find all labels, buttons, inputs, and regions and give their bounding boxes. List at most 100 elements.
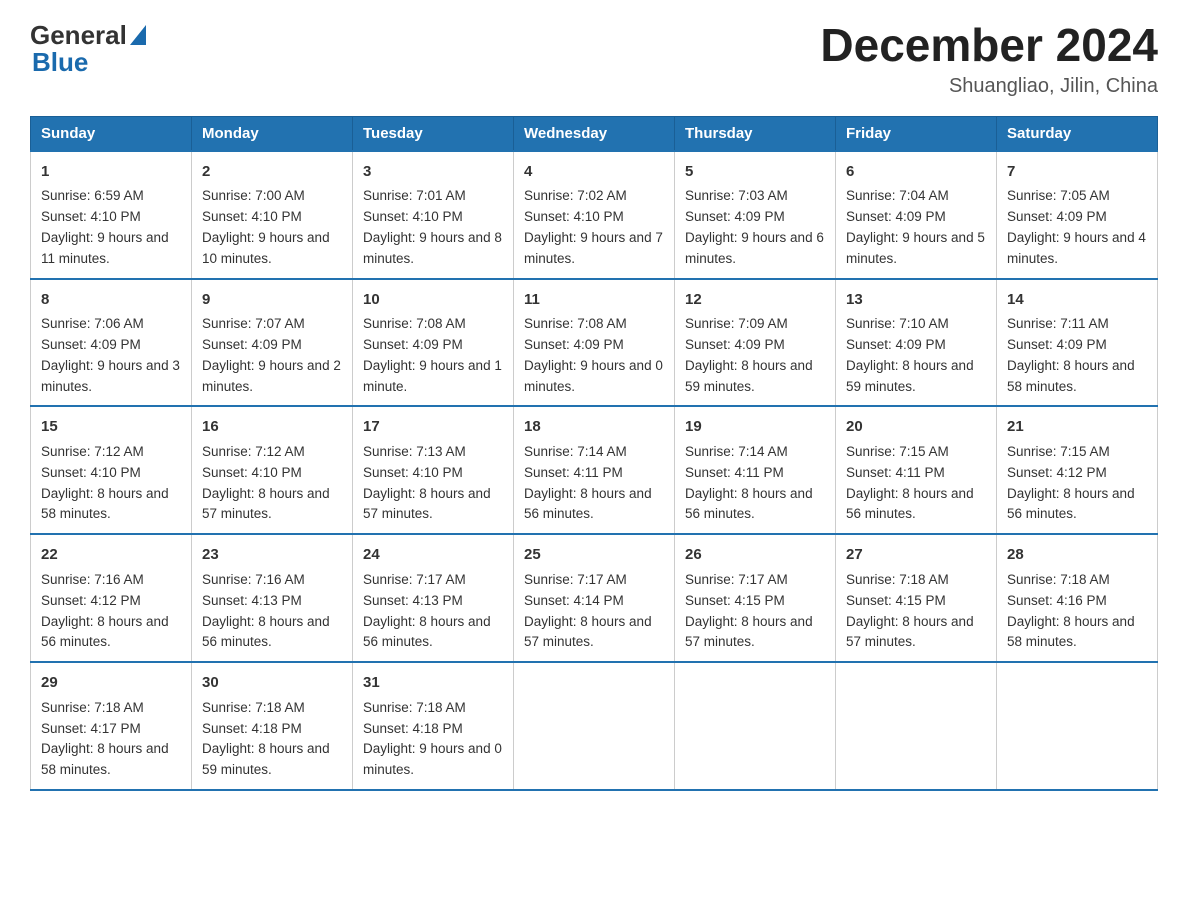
sunset-text: Sunset: 4:18 PM bbox=[202, 721, 302, 736]
day-cell-21: 21Sunrise: 7:15 AMSunset: 4:12 PMDayligh… bbox=[997, 406, 1158, 534]
day-header-monday: Monday bbox=[192, 116, 353, 151]
day-cell-4: 4Sunrise: 7:02 AMSunset: 4:10 PMDaylight… bbox=[514, 151, 675, 279]
sunset-text: Sunset: 4:10 PM bbox=[202, 209, 302, 224]
day-number: 1 bbox=[41, 160, 181, 183]
day-number: 17 bbox=[363, 415, 503, 438]
day-cell-2: 2Sunrise: 7:00 AMSunset: 4:10 PMDaylight… bbox=[192, 151, 353, 279]
daylight-text: Daylight: 8 hours and 56 minutes. bbox=[41, 614, 169, 650]
week-row-4: 22 Sunrise: 7:16 AM Sunset: 4:12 PM Dayligh… bbox=[31, 534, 1158, 662]
sunset-text: Sunset: 4:09 PM bbox=[685, 337, 785, 352]
day-cell-6: 6Sunrise: 7:04 AMSunset: 4:09 PMDaylight… bbox=[836, 151, 997, 279]
day-number: 29 bbox=[41, 671, 181, 694]
sunrise-text: Sunrise: 7:08 AM bbox=[524, 316, 627, 331]
day-cell-16: 16Sunrise: 7:12 AMSunset: 4:10 PMDayligh… bbox=[192, 406, 353, 534]
sunrise-text: Sunrise: 7:07 AM bbox=[202, 316, 305, 331]
sunrise-text: Sunrise: 7:17 AM bbox=[363, 572, 466, 587]
day-number: 2 bbox=[202, 160, 342, 183]
day-number: 16 bbox=[202, 415, 342, 438]
day-header-wednesday: Wednesday bbox=[514, 116, 675, 151]
week-row-5: 29Sunrise: 7:18 AMSunset: 4:17 PMDayligh… bbox=[31, 662, 1158, 790]
day-number: 27 bbox=[846, 543, 986, 566]
sunrise-text: Sunrise: 7:15 AM bbox=[1007, 444, 1110, 459]
logo: General Blue bbox=[30, 20, 146, 78]
sunset-text: Sunset: 4:09 PM bbox=[1007, 209, 1107, 224]
day-number: 22 bbox=[41, 543, 181, 566]
day-cell-3: 3Sunrise: 7:01 AMSunset: 4:10 PMDaylight… bbox=[353, 151, 514, 279]
day-cell-15: 15Sunrise: 7:12 AMSunset: 4:10 PMDayligh… bbox=[31, 406, 192, 534]
daylight-text: Daylight: 8 hours and 56 minutes. bbox=[1007, 486, 1135, 522]
day-number: 14 bbox=[1007, 288, 1147, 311]
sunset-text: Sunset: 4:09 PM bbox=[202, 337, 302, 352]
sunrise-text: Sunrise: 7:14 AM bbox=[524, 444, 627, 459]
day-number: 13 bbox=[846, 288, 986, 311]
daylight-text: Daylight: 9 hours and 0 minutes. bbox=[524, 358, 663, 394]
week-row-1: 1 Sunrise: 6:59 AM Sunset: 4:10 PM Daylight… bbox=[31, 151, 1158, 279]
sunset-text: Sunset: 4:09 PM bbox=[846, 337, 946, 352]
sunrise-text: Sunrise: 7:12 AM bbox=[202, 444, 305, 459]
daylight-text: Daylight: 8 hours and 59 minutes. bbox=[685, 358, 813, 394]
sunset-text: Sunset: 4:12 PM bbox=[41, 593, 141, 608]
sunrise-text: Sunrise: 7:00 AM bbox=[202, 188, 305, 203]
day-cell-26: 26Sunrise: 7:17 AMSunset: 4:15 PMDayligh… bbox=[675, 534, 836, 662]
calendar-table: SundayMondayTuesdayWednesdayThursdayFrid… bbox=[30, 116, 1158, 792]
empty-cell bbox=[836, 662, 997, 790]
sunset-text: Sunset: 4:09 PM bbox=[41, 337, 141, 352]
day-cell-5: 5Sunrise: 7:03 AMSunset: 4:09 PMDaylight… bbox=[675, 151, 836, 279]
day-number: 12 bbox=[685, 288, 825, 311]
daylight-text: Daylight: 8 hours and 56 minutes. bbox=[202, 614, 330, 650]
sunset-text: Sunset: 4:10 PM bbox=[363, 465, 463, 480]
sunrise-text: Sunrise: 7:16 AM bbox=[41, 572, 144, 587]
daylight-text: Daylight: 8 hours and 56 minutes. bbox=[524, 486, 652, 522]
day-number: 25 bbox=[524, 543, 664, 566]
day-number: 26 bbox=[685, 543, 825, 566]
day-number: 19 bbox=[685, 415, 825, 438]
day-cell-14: 14Sunrise: 7:11 AMSunset: 4:09 PMDayligh… bbox=[997, 279, 1158, 407]
day-number: 7 bbox=[1007, 160, 1147, 183]
daylight-text: Daylight: 8 hours and 57 minutes. bbox=[846, 614, 974, 650]
sunrise-text: Sunrise: 6:59 AM bbox=[41, 188, 144, 203]
daylight-text: Daylight: 9 hours and 1 minute. bbox=[363, 358, 502, 394]
sunrise-text: Sunrise: 7:18 AM bbox=[41, 700, 144, 715]
day-number: 30 bbox=[202, 671, 342, 694]
day-number: 23 bbox=[202, 543, 342, 566]
daylight-text: Daylight: 9 hours and 8 minutes. bbox=[363, 230, 502, 266]
sunrise-text: Sunrise: 7:06 AM bbox=[41, 316, 144, 331]
sunrise-text: Sunrise: 7:15 AM bbox=[846, 444, 949, 459]
daylight-text: Daylight: 8 hours and 56 minutes. bbox=[846, 486, 974, 522]
week-row-3: 15 Sunrise: 7:12 AM Sunset: 4:10 PM Dayligh… bbox=[31, 406, 1158, 534]
empty-cell bbox=[675, 662, 836, 790]
sunrise-text: Sunrise: 7:13 AM bbox=[363, 444, 466, 459]
calendar-subtitle: Shuangliao, Jilin, China bbox=[820, 75, 1158, 98]
daylight-text: Daylight: 8 hours and 56 minutes. bbox=[363, 614, 491, 650]
day-cell-19: 19Sunrise: 7:14 AMSunset: 4:11 PMDayligh… bbox=[675, 406, 836, 534]
day-number: 4 bbox=[524, 160, 664, 183]
day-cell-22: 22 Sunrise: 7:16 AM Sunset: 4:12 PM Dayligh… bbox=[31, 534, 192, 662]
daylight-text: Daylight: 8 hours and 57 minutes. bbox=[685, 614, 813, 650]
day-header-tuesday: Tuesday bbox=[353, 116, 514, 151]
day-number: 20 bbox=[846, 415, 986, 438]
sunset-text: Sunset: 4:18 PM bbox=[363, 721, 463, 736]
sunrise-text: Sunrise: 7:18 AM bbox=[363, 700, 466, 715]
daylight-text: Daylight: 9 hours and 11 minutes. bbox=[41, 230, 169, 266]
day-number: 9 bbox=[202, 288, 342, 311]
day-number: 15 bbox=[41, 415, 181, 438]
sunrise-text: Sunrise: 7:10 AM bbox=[846, 316, 949, 331]
week-row-2: 8Sunrise: 7:06 AMSunset: 4:09 PMDaylight… bbox=[31, 279, 1158, 407]
day-cell-25: 25Sunrise: 7:17 AMSunset: 4:14 PMDayligh… bbox=[514, 534, 675, 662]
sunset-text: Sunset: 4:13 PM bbox=[202, 593, 302, 608]
daylight-text: Daylight: 8 hours and 58 minutes. bbox=[41, 741, 169, 777]
sunrise-text: Sunrise: 7:16 AM bbox=[202, 572, 305, 587]
sunset-text: Sunset: 4:10 PM bbox=[41, 465, 141, 480]
day-cell-8: 8Sunrise: 7:06 AMSunset: 4:09 PMDaylight… bbox=[31, 279, 192, 407]
daylight-text: Daylight: 9 hours and 6 minutes. bbox=[685, 230, 824, 266]
sunrise-text: Sunrise: 7:14 AM bbox=[685, 444, 788, 459]
day-cell-24: 24Sunrise: 7:17 AMSunset: 4:13 PMDayligh… bbox=[353, 534, 514, 662]
sunset-text: Sunset: 4:10 PM bbox=[363, 209, 463, 224]
sunrise-text: Sunrise: 7:17 AM bbox=[685, 572, 788, 587]
daylight-text: Daylight: 9 hours and 4 minutes. bbox=[1007, 230, 1146, 266]
day-cell-23: 23 Sunrise: 7:16 AM Sunset: 4:13 PM Dayligh… bbox=[192, 534, 353, 662]
sunset-text: Sunset: 4:12 PM bbox=[1007, 465, 1107, 480]
daylight-text: Daylight: 8 hours and 58 minutes. bbox=[41, 486, 169, 522]
day-header-friday: Friday bbox=[836, 116, 997, 151]
sunset-text: Sunset: 4:13 PM bbox=[363, 593, 463, 608]
